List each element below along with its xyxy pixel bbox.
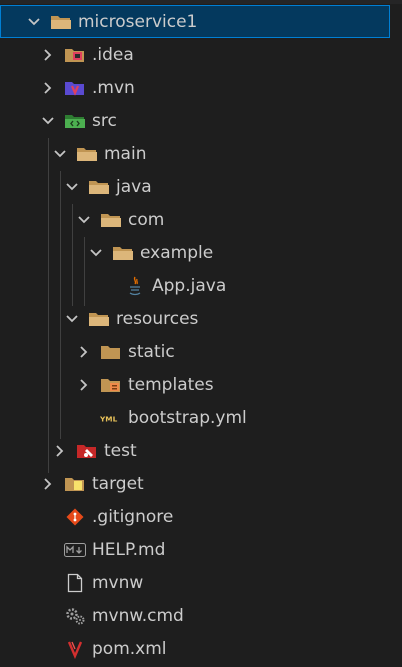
tree-item-label: .mvn (92, 77, 135, 98)
gears-icon (64, 606, 86, 626)
test-folder-icon (76, 441, 98, 461)
explorer-top-edge (0, 0, 402, 4)
chevron-down-icon[interactable] (52, 146, 68, 162)
java-file-icon (124, 276, 146, 296)
tree-item-label: static (128, 341, 175, 362)
chevron-down-icon[interactable] (64, 311, 80, 327)
chevron-right-icon[interactable] (76, 377, 92, 393)
folder-open-icon (76, 144, 98, 164)
tree-item-label: templates (128, 374, 214, 395)
src-folder-icon (64, 111, 86, 131)
tree-item-java[interactable]: java (0, 170, 390, 203)
tree-item-mvnw-cmd[interactable]: mvnw.cmd (0, 599, 390, 632)
git-file-icon (64, 507, 86, 527)
tree-item-gitignore[interactable]: .gitignore (0, 500, 390, 533)
tree-item-resources[interactable]: resources (0, 302, 390, 335)
chevron-down-icon[interactable] (26, 14, 42, 30)
yaml-file-icon: YML (100, 408, 122, 428)
tree-item-label: src (92, 110, 117, 131)
maven-folder-icon (64, 78, 86, 98)
tree-item-com[interactable]: com (0, 203, 390, 236)
tree-item-main[interactable]: main (0, 137, 390, 170)
tree-item-label: bootstrap.yml (128, 407, 247, 428)
chevron-down-icon[interactable] (76, 212, 92, 228)
idea-folder-icon (64, 45, 86, 65)
tree-item-microservice1[interactable]: microservice1 (0, 5, 390, 38)
maven-file-icon (64, 639, 86, 659)
tree-item-label: pom.xml (92, 638, 167, 659)
tree-item-label: mvnw (92, 572, 144, 593)
chevron-down-icon[interactable] (88, 245, 104, 261)
markdown-file-icon (64, 540, 86, 560)
svg-text:YML: YML (100, 414, 118, 423)
tree-item-label: App.java (152, 275, 227, 296)
chevron-right-icon[interactable] (40, 80, 56, 96)
tree-item-mvn[interactable]: .mvn (0, 71, 390, 104)
tree-item-mvnw[interactable]: mvnw (0, 566, 390, 599)
chevron-down-icon[interactable] (40, 113, 56, 129)
file-explorer-tree: microservice1 .idea .mvn src main java c… (0, 0, 402, 667)
tree-item-label: target (92, 473, 144, 494)
file-icon (64, 573, 86, 593)
folder-open-icon (88, 309, 110, 329)
folder-open-icon (112, 243, 134, 263)
tree-item-label: resources (116, 308, 199, 329)
tree-item-example[interactable]: example (0, 236, 390, 269)
chevron-right-icon[interactable] (40, 476, 56, 492)
tree-item-test[interactable]: test (0, 434, 390, 467)
tree-item-static[interactable]: static (0, 335, 390, 368)
tree-item-label: test (104, 440, 137, 461)
templates-folder-icon (100, 375, 122, 395)
tree-item-label: HELP.md (92, 539, 166, 560)
tree-item-help-md[interactable]: HELP.md (0, 533, 390, 566)
target-folder-icon (64, 474, 86, 494)
tree-item-label: java (116, 176, 152, 197)
folder-open-icon (88, 177, 110, 197)
tree-item-label: .gitignore (92, 506, 174, 527)
tree-item-pom-xml[interactable]: pom.xml (0, 632, 390, 665)
tree-item-bootstrap-yml[interactable]: YML bootstrap.yml (0, 401, 390, 434)
tree-item-label: microservice1 (78, 11, 198, 32)
folder-open-icon (100, 210, 122, 230)
tree-item-app-java[interactable]: App.java (0, 269, 390, 302)
tree-item-label: main (104, 143, 147, 164)
chevron-right-icon[interactable] (52, 443, 68, 459)
tree-item-target[interactable]: target (0, 467, 390, 500)
tree-item-label: example (140, 242, 214, 263)
tree-item-templates[interactable]: templates (0, 368, 390, 401)
tree-item-label: mvnw.cmd (92, 605, 184, 626)
tree-item-src[interactable]: src (0, 104, 390, 137)
chevron-right-icon[interactable] (40, 47, 56, 63)
tree-item-label: .idea (92, 44, 134, 65)
tree-item-label: com (128, 209, 165, 230)
tree-item-idea[interactable]: .idea (0, 38, 390, 71)
folder-icon (100, 342, 122, 362)
chevron-right-icon[interactable] (76, 344, 92, 360)
chevron-down-icon[interactable] (64, 179, 80, 195)
folder-open-icon (50, 12, 72, 32)
